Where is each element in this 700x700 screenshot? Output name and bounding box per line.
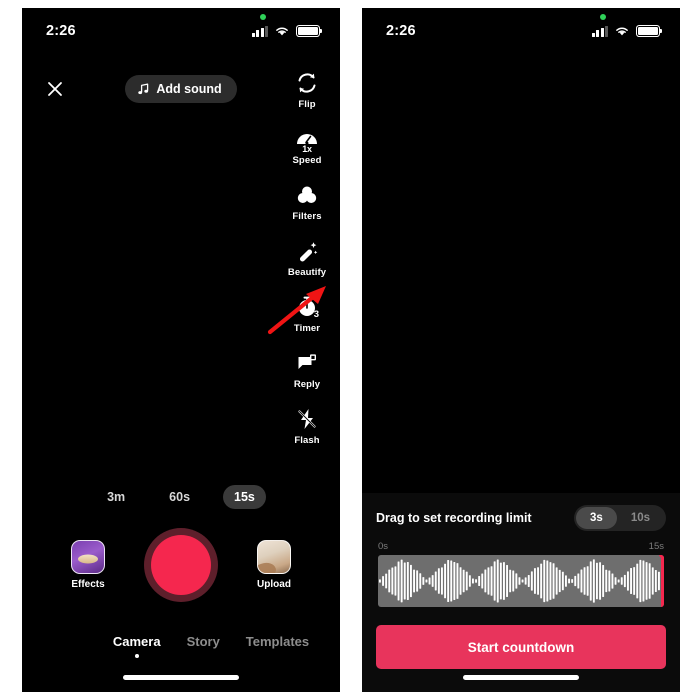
right-phone-screen: 2:26 Drag to set recording limit 3s 10s … [362,8,680,692]
camera-tool-rail: Flip 1x Speed Filters Beautify 3 Timer R… [280,70,334,446]
scale-end-label: 15s [648,541,664,552]
add-sound-button[interactable]: Add sound [125,75,237,103]
tool-label-speed: Speed [292,155,322,166]
tool-filters[interactable]: Filters [280,182,334,222]
tool-flip[interactable]: Flip [280,70,334,110]
wifi-icon [276,27,288,36]
tool-speed[interactable]: 1x Speed [280,126,334,166]
add-sound-label: Add sound [156,82,222,96]
record-button-inner [151,535,211,595]
tool-timer[interactable]: 3 Timer [280,294,334,334]
flash-off-icon [294,406,320,432]
tool-flash[interactable]: Flash [280,406,334,446]
tool-label-timer: Timer [293,323,321,334]
tool-label-beautify: Beautify [287,267,327,278]
status-icons-right [591,14,663,37]
status-bar-left: 2:26 [22,8,340,54]
upload-button[interactable]: Upload [246,540,302,590]
countdown-segmented-control: 3s 10s [574,505,666,531]
reply-flag-icon [294,350,320,376]
capture-controls: Effects Upload [22,523,340,607]
duration-option-15s[interactable]: 15s [223,485,266,509]
tool-label-flip: Flip [298,99,316,110]
close-button[interactable] [40,74,70,104]
privacy-dot-icon [259,14,266,20]
home-indicator-left [123,675,239,680]
recording-limit-handle[interactable] [659,555,664,607]
status-time-right: 2:26 [386,23,416,39]
tab-camera[interactable]: Camera [113,634,161,649]
tab-templates[interactable]: Templates [246,634,309,649]
timeline-scale: 0s 15s [362,531,680,555]
stopwatch-icon: 3 [294,294,320,320]
status-time: 2:26 [46,23,76,39]
duration-option-60s[interactable]: 60s [158,485,201,509]
status-bar-right: 2:26 [362,8,680,54]
upload-thumbnail-icon [257,540,291,574]
timer-badge: 3 [313,309,319,320]
wifi-icon-right [616,27,628,36]
waveform-bars [379,559,663,603]
scale-start-label: 0s [378,541,389,552]
tool-label-flash: Flash [294,435,320,446]
timer-bottom-sheet: Drag to set recording limit 3s 10s 0s 15… [362,493,680,692]
mode-tab-bar: Camera Story Templates [22,634,340,649]
filters-icon [294,182,320,208]
upload-label: Upload [257,579,291,590]
waveform-track[interactable] [378,555,664,607]
cellular-signal-icon [251,25,268,37]
battery-icon-right [636,25,663,37]
countdown-option-10s[interactable]: 10s [617,507,664,529]
privacy-dot-icon-right [599,14,606,20]
timer-sheet-header: Drag to set recording limit 3s 10s [362,493,680,531]
duration-option-3m[interactable]: 3m [96,485,136,509]
music-note-icon [138,82,149,94]
screenshot-stage: 2:26 Add sound Flip 1x Speed Filters Bea… [0,0,700,700]
duration-selector: 3m 60s 15s [22,485,340,509]
tab-story[interactable]: Story [187,634,220,649]
status-icons [251,14,323,37]
speed-badge: 1x [302,144,312,154]
tool-beautify[interactable]: Beautify [280,238,334,278]
timer-sheet-title: Drag to set recording limit [376,511,532,525]
tool-label-filters: Filters [292,211,322,222]
start-countdown-button[interactable]: Start countdown [376,625,666,669]
effects-button[interactable]: Effects [60,540,116,590]
tool-reply[interactable]: Reply [280,350,334,390]
tool-label-reply: Reply [293,379,321,390]
record-button[interactable] [144,528,218,602]
effects-label: Effects [71,579,105,590]
home-indicator-right [463,675,579,680]
flip-camera-icon [294,70,320,96]
battery-icon [296,25,323,37]
effects-thumbnail-icon [71,540,105,574]
close-icon [48,82,62,96]
countdown-option-3s[interactable]: 3s [576,507,617,529]
cellular-signal-icon-right [591,25,608,37]
left-phone-screen: 2:26 Add sound Flip 1x Speed Filters Bea… [22,8,340,692]
magic-wand-icon [294,238,320,264]
speedometer-icon: 1x [294,126,320,154]
